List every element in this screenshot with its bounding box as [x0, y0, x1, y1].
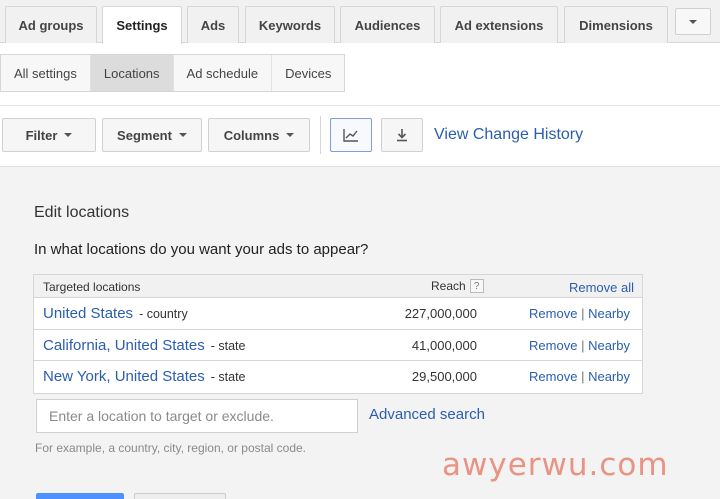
reach-header: Reach ? — [431, 279, 484, 293]
location-link[interactable]: New York, United States — [43, 368, 205, 385]
table-row: United States - country 227,000,000 Remov… — [34, 298, 642, 330]
download-icon — [397, 129, 407, 142]
location-reach: 29,500,000 — [411, 369, 477, 384]
subtab-ad-schedule[interactable]: Ad schedule — [174, 55, 273, 91]
tab-keywords[interactable]: Keywords — [245, 6, 335, 43]
tab-settings[interactable]: Settings — [102, 6, 182, 44]
location-type: - state — [210, 370, 246, 384]
columns-label: Columns — [223, 127, 280, 143]
row-actions: Remove | Nearby — [529, 369, 630, 384]
table-row: New York, United States - state 29,500,00… — [34, 361, 642, 393]
tab-ads[interactable]: Ads — [187, 6, 239, 43]
location-link[interactable]: California, United States — [43, 337, 205, 354]
action-separator: | — [581, 369, 585, 384]
top-tab-bar: Ad groups Settings Ads Keywords Audience… — [0, 0, 720, 44]
location-link[interactable]: United States — [43, 305, 133, 322]
tab-audiences[interactable]: Audiences — [340, 6, 435, 43]
remove-all-link[interactable]: Remove all — [569, 280, 634, 295]
location-name: United States - country — [43, 305, 188, 322]
remove-link[interactable]: Remove — [529, 306, 577, 321]
subtab-devices[interactable]: Devices — [272, 55, 344, 91]
action-separator: | — [581, 306, 585, 321]
download-button[interactable] — [381, 118, 423, 152]
locations-question: In what locations do you want your ads t… — [34, 241, 369, 258]
filter-button[interactable]: Filter — [2, 118, 96, 152]
segment-label: Segment — [117, 127, 172, 143]
targeted-locations-header: Targeted locations — [43, 280, 141, 294]
save-button[interactable] — [36, 493, 124, 499]
chevron-down-icon — [64, 133, 73, 137]
nearby-link[interactable]: Nearby — [588, 338, 630, 353]
row-actions: Remove | Nearby — [529, 306, 630, 321]
action-separator: | — [581, 337, 585, 353]
nearby-link[interactable]: Nearby — [588, 369, 630, 384]
chevron-down-icon — [689, 19, 697, 24]
row-actions: Remove | Nearby — [529, 338, 630, 353]
tab-ad-groups[interactable]: Ad groups — [5, 6, 97, 43]
remove-link[interactable]: Remove — [529, 338, 577, 353]
table-header: Targeted locations Reach ? Remove all — [34, 275, 642, 298]
columns-button[interactable]: Columns — [208, 118, 310, 152]
more-tabs-button[interactable] — [675, 8, 711, 35]
location-type: - state — [210, 338, 246, 353]
location-name: California, United States - state — [43, 337, 246, 354]
location-reach: 227,000,000 — [404, 306, 477, 321]
chart-toggle-button[interactable] — [330, 118, 372, 152]
tab-ad-extensions[interactable]: Ad extensions — [440, 6, 558, 43]
line-chart-icon — [343, 129, 358, 142]
segment-button[interactable]: Segment — [102, 118, 202, 152]
divider — [0, 105, 720, 106]
watermark-text: awyerwu.com — [442, 447, 669, 483]
targeted-locations-table: Targeted locations Reach ? Remove all Un… — [33, 274, 643, 394]
location-search-input[interactable] — [36, 399, 358, 433]
help-icon[interactable]: ? — [469, 279, 484, 293]
location-type: - country — [139, 307, 188, 321]
location-name: New York, United States - state — [43, 368, 246, 385]
chevron-down-icon — [178, 133, 187, 137]
chevron-down-icon — [286, 133, 295, 137]
nearby-link[interactable]: Nearby — [588, 306, 630, 321]
filter-label: Filter — [25, 127, 58, 143]
remove-link[interactable]: Remove — [529, 369, 577, 384]
advanced-search-link[interactable]: Advanced search — [369, 406, 485, 423]
subtab-locations[interactable]: Locations — [90, 55, 174, 91]
edit-locations-title: Edit locations — [34, 204, 130, 221]
table-row: California, United States - state 41,000,… — [34, 330, 642, 361]
toolbar-divider — [320, 116, 321, 154]
view-change-history-link[interactable]: View Change History — [434, 126, 583, 144]
subtab-all-settings[interactable]: All settings — [1, 55, 91, 91]
location-reach: 41,000,000 — [411, 337, 477, 353]
cancel-button[interactable] — [134, 493, 226, 499]
reach-label: Reach — [431, 279, 466, 293]
tab-dimensions[interactable]: Dimensions — [564, 6, 668, 43]
settings-subtab-bar: All settings Locations Ad schedule Devic… — [0, 54, 346, 92]
location-hint-text: For example, a country, city, region, or… — [35, 441, 307, 455]
